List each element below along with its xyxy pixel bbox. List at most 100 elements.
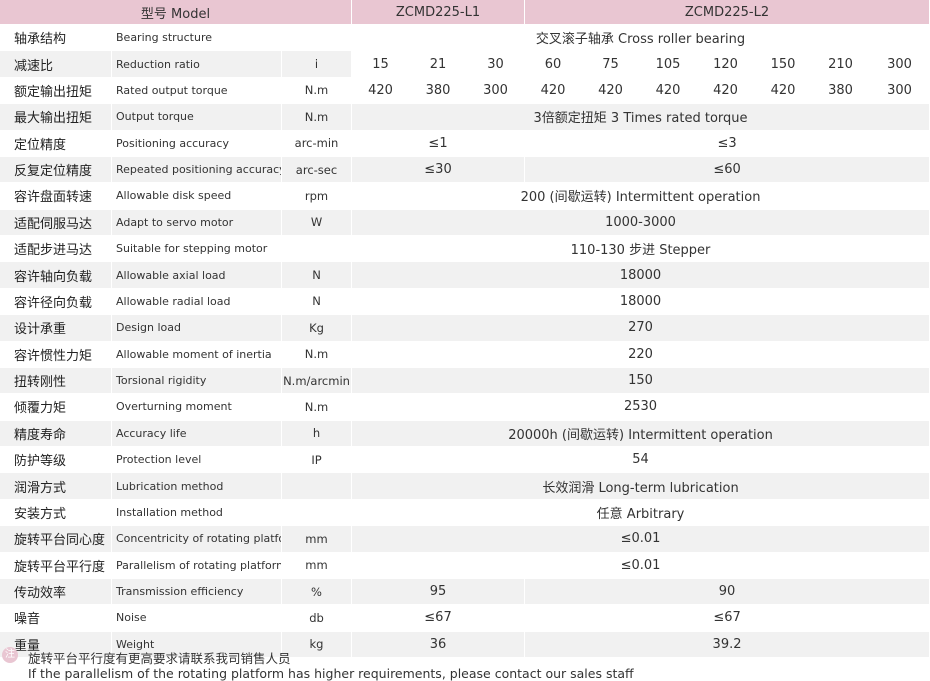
row-unit (282, 236, 352, 263)
model-l1: ZCMD225-L1 (352, 0, 526, 25)
row-protection-level: 防护等级 Protection level IP 54 (0, 447, 930, 474)
row-moment-of-inertia: 容许惯性力矩 Allowable moment of inertia N.m 2… (0, 341, 930, 368)
row-label-en: Torsional rigidity (112, 367, 282, 395)
row-label-cn: 旋转平台平行度 (0, 552, 112, 579)
row-unit: N (282, 288, 352, 316)
row-label-cn: 噪音 (0, 605, 112, 632)
row-label-en: Allowable moment of inertia (112, 341, 282, 368)
row-axial-load: 容许轴向负载 Allowable axial load N 18000 (0, 262, 930, 289)
row-label-en: Suitable for stepping motor (112, 236, 282, 263)
ratio-value: 60 (525, 51, 583, 78)
row-unit: arc-sec (282, 156, 352, 184)
row-value: 18000 (352, 262, 930, 289)
row-label-en: Overturning moment (112, 394, 282, 421)
row-concentricity: 旋转平台同心度 Concentricity of rotating platfo… (0, 526, 930, 553)
l2-value: 90 (525, 578, 930, 606)
l1-value: ≤67 (352, 605, 526, 632)
row-unit: N.m (282, 394, 352, 421)
row-value: 270 (352, 315, 930, 342)
torque-value: 420 (582, 77, 641, 105)
row-label-en: Allowable radial load (112, 288, 282, 316)
row-label-cn: 扭转刚性 (0, 367, 112, 395)
row-label-cn: 倾覆力矩 (0, 394, 112, 421)
torque-value: 300 (870, 77, 930, 105)
torque-value: 380 (410, 77, 467, 105)
row-label-cn: 安装方式 (0, 499, 112, 527)
row-unit: Kg (282, 315, 352, 342)
row-efficiency: 传动效率 Transmission efficiency % 95 90 (0, 578, 930, 606)
torque-value: 420 (525, 77, 583, 105)
ratio-value: 75 (582, 51, 641, 78)
row-label-en: Accuracy life (112, 420, 282, 447)
row-value: 交叉滚子轴承 Cross roller bearing (352, 25, 930, 52)
ratio-value: 120 (697, 51, 756, 78)
row-servo-motor: 适配伺服马达 Adapt to servo motor W 1000-3000 (0, 209, 930, 236)
row-disk-speed: 容许盘面转速 Allowable disk speed rpm 200 (间歇运… (0, 183, 930, 210)
row-label-en: Parallelism of rotating platform (112, 552, 282, 579)
row-lubrication: 润滑方式 Lubrication method 长效润滑 Long-term l… (0, 473, 930, 500)
row-value: ≤0.01 (352, 552, 930, 579)
row-unit: N.m (282, 104, 352, 131)
row-label-cn: 旋转平台同心度 (0, 526, 112, 553)
ratio-value: 105 (640, 51, 698, 78)
row-bearing: 轴承结构 Bearing structure 交叉滚子轴承 Cross roll… (0, 25, 930, 52)
row-label-en: Transmission efficiency (112, 578, 282, 606)
note-icon: 注 (2, 647, 18, 663)
row-ratio: 减速比 Reduction ratio i 15 21 30 60 75 105… (0, 51, 930, 78)
row-label-cn: 容许惯性力矩 (0, 341, 112, 368)
row-unit: N.m/arcmin (282, 367, 352, 395)
row-label-cn: 设计承重 (0, 315, 112, 342)
l1-value: ≤30 (352, 156, 526, 184)
row-value: 200 (间歇运转) Intermittent operation (352, 183, 930, 210)
row-label-en: Design load (112, 315, 282, 342)
ratio-value: 30 (467, 51, 526, 78)
row-label-cn: 适配步进马达 (0, 236, 112, 263)
row-value: 18000 (352, 288, 930, 316)
row-label-en: Repeated positioning accuracy (112, 156, 282, 184)
l2-value: ≤3 (525, 130, 930, 157)
row-label-en: Output torque (112, 104, 282, 131)
footnote: 注 旋转平台平行度有更高要求请联系我司销售人员 If the paralleli… (0, 647, 930, 681)
row-label-cn: 润滑方式 (0, 473, 112, 500)
row-label-cn: 轴承结构 (0, 25, 112, 52)
row-label-en: Concentricity of rotating platform (112, 526, 282, 553)
row-label-cn: 反复定位精度 (0, 156, 112, 184)
row-unit: h (282, 420, 352, 447)
row-overturning-moment: 倾覆力矩 Overturning moment N.m 2530 (0, 394, 930, 421)
row-unit: N.m (282, 77, 352, 105)
row-label-cn: 最大输出扭矩 (0, 104, 112, 131)
row-label-en: Protection level (112, 447, 282, 474)
row-label-cn: 定位精度 (0, 130, 112, 157)
row-parallelism: 旋转平台平行度 Parallelism of rotating platform… (0, 552, 930, 579)
row-unit (282, 499, 352, 527)
l1-value: ≤1 (352, 130, 526, 157)
ratio-value: 21 (410, 51, 467, 78)
row-max-torque: 最大输出扭矩 Output torque N.m 3倍额定扭矩 3 Times … (0, 104, 930, 131)
ratio-value: 15 (352, 51, 410, 78)
row-label-cn: 减速比 (0, 51, 112, 78)
row-unit: rpm (282, 183, 352, 210)
note-text-cn: 旋转平台平行度有更高要求请联系我司销售人员 (28, 651, 291, 666)
row-label-cn: 精度寿命 (0, 420, 112, 447)
row-value: 150 (352, 367, 930, 395)
torque-value: 420 (755, 77, 813, 105)
l2-value: ≤60 (525, 156, 930, 184)
row-unit: mm (282, 526, 352, 553)
row-label-en: Allowable disk speed (112, 183, 282, 210)
torque-value: 380 (812, 77, 871, 105)
row-positioning-accuracy: 定位精度 Positioning accuracy arc-min ≤1 ≤3 (0, 130, 930, 157)
row-unit: arc-min (282, 130, 352, 157)
row-unit: N.m (282, 341, 352, 368)
row-label-cn: 传动效率 (0, 578, 112, 606)
row-label-en: Allowable axial load (112, 262, 282, 289)
row-radial-load: 容许径向负载 Allowable radial load N 18000 (0, 288, 930, 316)
row-label-en: Noise (112, 605, 282, 632)
spec-table: 型号 Model ZCMD225-L1 ZCMD225-L2 轴承结构 Bear… (0, 0, 930, 658)
row-value: 2530 (352, 394, 930, 421)
l2-value: ≤67 (525, 605, 930, 632)
row-stepping-motor: 适配步进马达 Suitable for stepping motor 110-1… (0, 236, 930, 263)
row-label-cn: 容许轴向负载 (0, 262, 112, 289)
row-label-en: Rated output torque (112, 77, 282, 105)
row-unit: i (282, 51, 352, 78)
row-unit (282, 25, 352, 52)
